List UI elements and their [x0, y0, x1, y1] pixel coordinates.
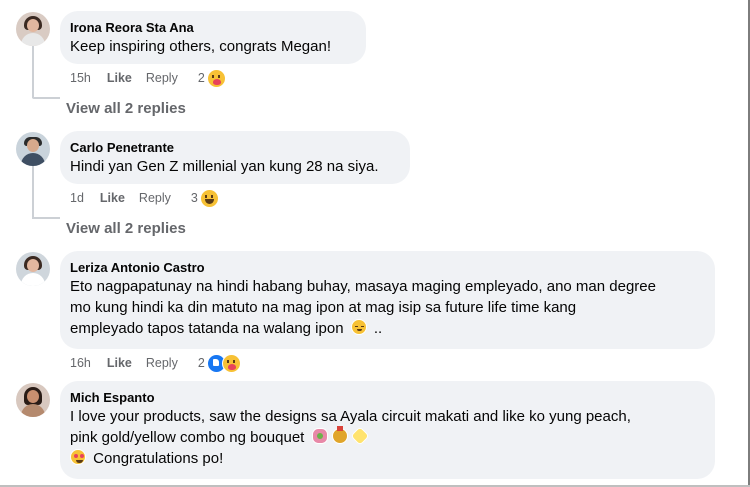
- comment-bubble: Mich Espanto I love your products, saw t…: [60, 381, 715, 479]
- thread-connector: [32, 97, 60, 99]
- thread-connector: [32, 217, 60, 219]
- view-replies-link[interactable]: View all 2 replies: [66, 100, 186, 117]
- reply-button[interactable]: Reply: [146, 71, 178, 85]
- comment-text-segment: Congratulations po!: [93, 450, 224, 467]
- comment-actions: 16h Like Reply 2: [70, 353, 241, 373]
- relieved-face-emoji-icon: [350, 319, 367, 335]
- comment-text: Hindi yan Gen Z millenial yan kung 28 na…: [70, 158, 379, 175]
- comment-text-line: empleyado tapos tatanda na walang ipon .…: [70, 318, 703, 339]
- like-button[interactable]: Like: [100, 191, 125, 205]
- comment-timestamp[interactable]: 15h: [70, 71, 91, 85]
- comment-text-segment: empleyado tapos tatanda na walang ipon: [70, 320, 344, 337]
- comment-timestamp[interactable]: 1d: [70, 191, 84, 205]
- care-emoji-icon: [221, 353, 241, 373]
- care-emoji-icon: [206, 68, 226, 88]
- reaction-count: 3: [190, 191, 198, 205]
- reaction-count: 2: [197, 71, 205, 85]
- avatar[interactable]: [16, 12, 50, 46]
- thread-line: [32, 46, 34, 98]
- avatar[interactable]: [16, 252, 50, 286]
- bouquet-emoji-icon: [311, 428, 328, 444]
- like-button[interactable]: Like: [107, 356, 132, 370]
- comment-text-line: pink gold/yellow combo ng bouquet: [70, 426, 703, 448]
- avatar[interactable]: [16, 132, 50, 166]
- reaction-summary[interactable]: 2: [197, 353, 241, 373]
- medal-emoji-icon: [331, 426, 348, 444]
- comment-text-line: I love your products, saw the designs sa…: [70, 408, 631, 425]
- thread-line: [32, 166, 34, 218]
- heart-eyes-emoji-icon: [70, 449, 86, 465]
- laugh-emoji-icon: [199, 188, 219, 208]
- reaction-count: 2: [197, 356, 205, 370]
- view-replies-link[interactable]: View all 2 replies: [66, 220, 186, 237]
- comment-text-segment: pink gold/yellow combo ng bouquet: [70, 429, 305, 446]
- comment-text-line: Congratulations po!: [70, 448, 703, 469]
- reaction-summary[interactable]: 2: [197, 68, 226, 88]
- comment-text-segment: ..: [373, 320, 383, 337]
- comment-text-line: Eto nagpapatunay na hindi habang buhay, …: [70, 278, 656, 295]
- reply-button[interactable]: Reply: [146, 356, 178, 370]
- like-button[interactable]: Like: [107, 71, 132, 85]
- comment-bubble: Carlo Penetrante Hindi yan Gen Z milleni…: [60, 131, 410, 184]
- comment-text-line: mo kung hindi ka din matuto na mag ipon …: [70, 299, 577, 316]
- comment-actions: 15h Like Reply 2: [70, 68, 226, 88]
- comment-bubble: Leriza Antonio Castro Eto nagpapatunay n…: [60, 251, 715, 349]
- comment-author[interactable]: Mich Espanto: [70, 389, 703, 406]
- sparkle-emoji-icon: [350, 426, 370, 446]
- comment-author[interactable]: Carlo Penetrante: [70, 139, 398, 156]
- comment-text: Keep inspiring others, congrats Megan!: [70, 38, 331, 55]
- reply-button[interactable]: Reply: [139, 191, 171, 205]
- comment-timestamp[interactable]: 16h: [70, 356, 91, 370]
- comment-bubble: Irona Reora Sta Ana Keep inspiring other…: [60, 11, 366, 64]
- reaction-summary[interactable]: 3: [190, 188, 219, 208]
- avatar[interactable]: [16, 383, 50, 417]
- comment-actions: 1d Like Reply 3: [70, 188, 219, 208]
- comment-author[interactable]: Irona Reora Sta Ana: [70, 19, 354, 36]
- comment-author[interactable]: Leriza Antonio Castro: [70, 259, 703, 276]
